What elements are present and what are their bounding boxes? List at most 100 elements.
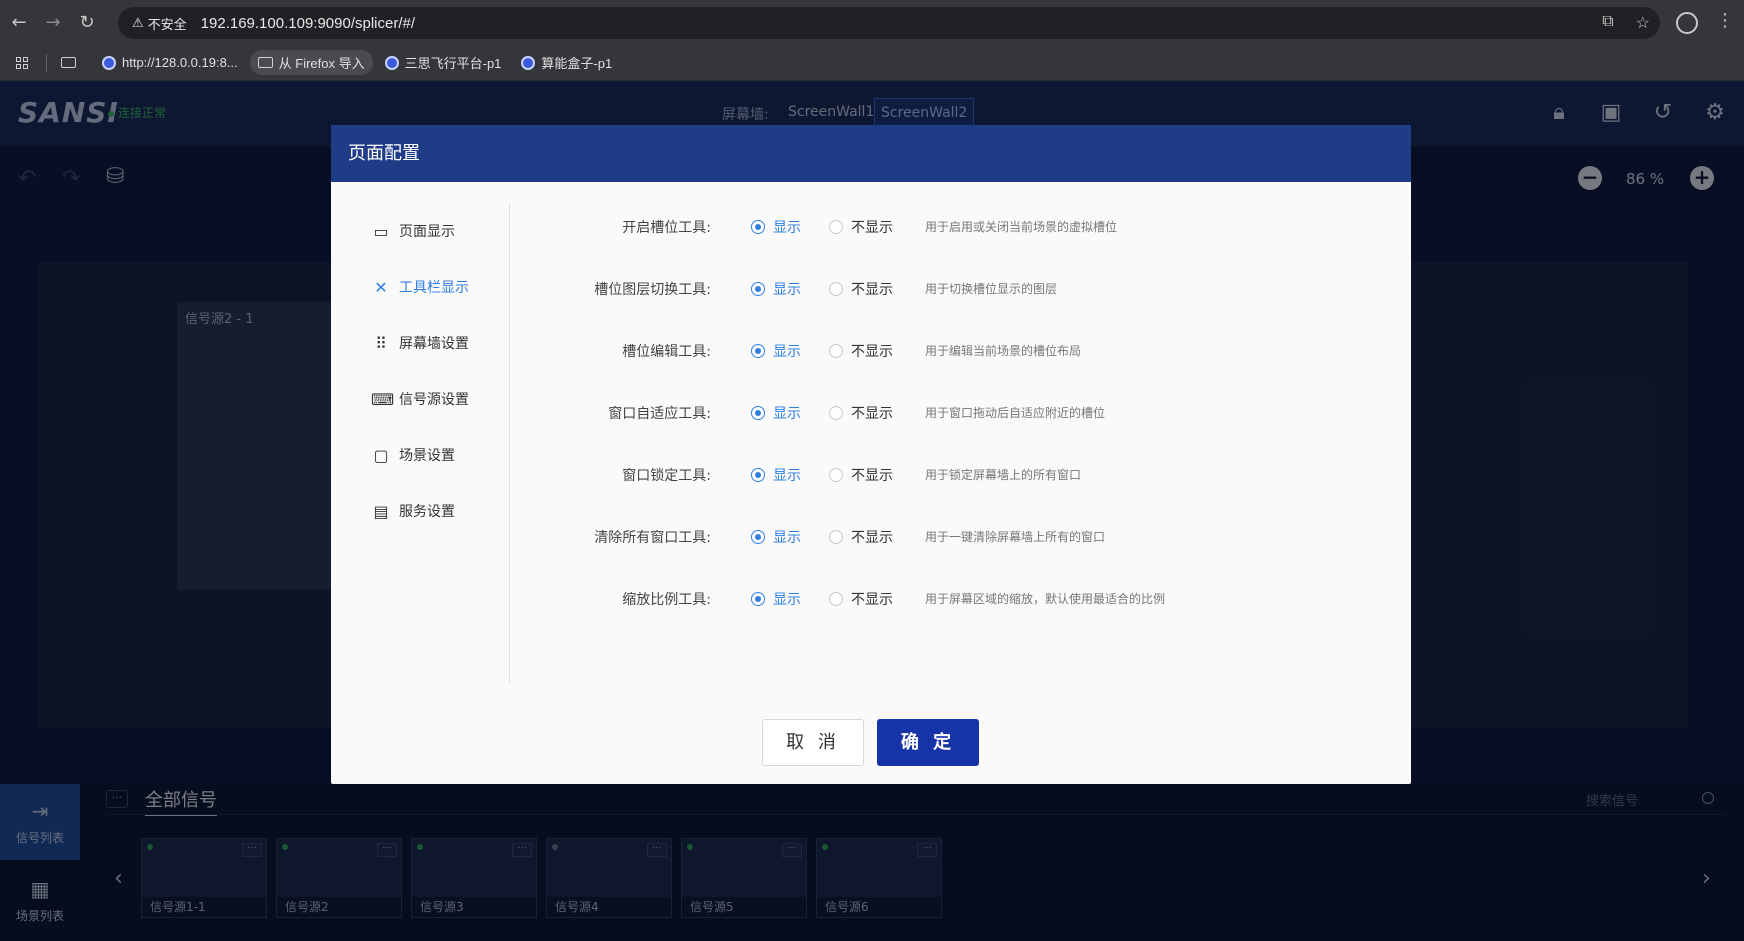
bookmark-label: 从 Firefox 导入 <box>278 56 365 71</box>
forward-icon[interactable]: → <box>38 8 68 38</box>
keyboard-icon: ⌨ <box>371 389 395 409</box>
translate-icon[interactable]: ⧉ <box>1602 13 1613 33</box>
bookmark-item[interactable]: 三思飞行平台-p1 <box>377 50 510 75</box>
form-label: 窗口锁定工具: <box>622 468 711 484</box>
form-description: 用于切换槽位显示的图层 <box>925 282 1058 296</box>
radio-circle <box>829 344 843 358</box>
form-row: 槽位编辑工具: 显示 不显示 用于编辑当前场景的槽位布局 <box>531 329 1391 391</box>
radio-hide[interactable]: 不显示 <box>829 403 893 423</box>
bookmark-item[interactable]: 从 Firefox 导入 <box>249 50 373 75</box>
radio-circle <box>751 344 765 358</box>
site-icon <box>521 55 536 70</box>
bookmark-item[interactable]: 算能盒子-p1 <box>513 50 620 75</box>
grid-dots-icon: ⠿ <box>375 333 387 353</box>
monitor-icon: ▭ <box>373 221 389 241</box>
nav-label: 页面显示 <box>399 224 455 240</box>
nav-screenwall-settings[interactable]: ⠿ 屏幕墙设置 <box>371 315 511 371</box>
form-description: 用于屏幕区域的缩放，默认使用最适合的比例 <box>925 592 1166 606</box>
security-label: 不安全 <box>147 16 187 32</box>
form-row: 槽位图层切换工具: 显示 不显示 用于切换槽位显示的图层 <box>531 267 1391 329</box>
radio-label: 不显示 <box>851 468 893 484</box>
scene-icon: ▢ <box>373 445 389 465</box>
bookmark-label: 算能盒子-p1 <box>541 56 613 71</box>
radio-show[interactable]: 显示 <box>751 589 801 609</box>
nav-toolbar-display[interactable]: ✕ 工具栏显示 <box>371 259 511 315</box>
bookmark-label: 三思飞行平台-p1 <box>404 56 502 71</box>
toolbar-settings-form: 开启槽位工具: 显示 不显示 用于启用或关闭当前场景的虚拟槽位 槽位图层切换工具… <box>531 205 1391 639</box>
nav-signal-settings[interactable]: ⌨ 信号源设置 <box>371 371 511 427</box>
nav-service-settings[interactable]: ▤ 服务设置 <box>371 483 511 539</box>
radio-circle <box>751 468 765 482</box>
radio-show[interactable]: 显示 <box>751 465 801 485</box>
radio-label: 显示 <box>773 282 801 298</box>
radio-label: 显示 <box>773 344 801 360</box>
address-bar[interactable]: ⚠ 不安全 192.169.100.109:9090/splicer/#/ ⧉ … <box>118 7 1660 39</box>
folder-icon[interactable] <box>61 57 76 68</box>
page-config-dialog: 页面配置 ▭ 页面显示 ✕ 工具栏显示 ⠿ 屏幕墙设置 ⌨ 信号源设置 ▢ 场景… <box>331 125 1411 784</box>
form-row: 窗口锁定工具: 显示 不显示 用于锁定屏幕墙上的所有窗口 <box>531 453 1391 515</box>
form-description: 用于一键清除屏幕墙上所有的窗口 <box>925 530 1106 544</box>
form-label: 槽位编辑工具: <box>622 344 711 360</box>
radio-hide[interactable]: 不显示 <box>829 589 893 609</box>
radio-hide[interactable]: 不显示 <box>829 279 893 299</box>
form-description: 用于锁定屏幕墙上的所有窗口 <box>925 468 1082 482</box>
radio-circle <box>751 282 765 296</box>
back-icon[interactable]: ← <box>4 8 34 38</box>
form-label: 槽位图层切换工具: <box>594 282 711 298</box>
radio-show[interactable]: 显示 <box>751 217 801 237</box>
radio-label: 不显示 <box>851 406 893 422</box>
bookmarks-separator <box>46 53 47 72</box>
security-chip[interactable]: ⚠ 不安全 <box>126 14 193 33</box>
dialog-title: 页面配置 <box>331 125 1411 182</box>
nav-label: 工具栏显示 <box>399 280 469 296</box>
form-label: 缩放比例工具: <box>622 592 711 608</box>
form-description: 用于编辑当前场景的槽位布局 <box>925 344 1082 358</box>
radio-show[interactable]: 显示 <box>751 341 801 361</box>
form-label: 清除所有窗口工具: <box>594 530 711 546</box>
browser-toolbar: ← → ↻ ⚠ 不安全 192.169.100.109:9090/splicer… <box>0 0 1744 45</box>
radio-show[interactable]: 显示 <box>751 279 801 299</box>
nav-scene-settings[interactable]: ▢ 场景设置 <box>371 427 511 483</box>
nav-label: 服务设置 <box>399 504 455 520</box>
bookmark-item[interactable]: http://128.0.0.19:8... <box>94 52 246 73</box>
radio-hide[interactable]: 不显示 <box>829 217 893 237</box>
radio-circle <box>829 220 843 234</box>
radio-show[interactable]: 显示 <box>751 403 801 423</box>
site-icon <box>102 55 116 70</box>
radio-hide[interactable]: 不显示 <box>829 465 893 485</box>
radio-label: 不显示 <box>851 344 893 360</box>
nav-divider <box>509 203 510 683</box>
reload-icon[interactable]: ↻ <box>72 8 102 38</box>
radio-circle <box>829 530 843 544</box>
radio-label: 显示 <box>773 592 801 608</box>
bookmarks-bar: http://128.0.0.19:8... 从 Firefox 导入 三思飞行… <box>0 45 1744 81</box>
radio-circle <box>751 220 765 234</box>
form-label: 开启槽位工具: <box>622 220 711 236</box>
nav-label: 场景设置 <box>399 448 455 464</box>
apps-icon[interactable] <box>16 56 28 69</box>
form-label: 窗口自适应工具: <box>608 406 711 422</box>
radio-circle <box>751 530 765 544</box>
form-description: 用于启用或关闭当前场景的虚拟槽位 <box>925 220 1118 234</box>
tools-icon: ✕ <box>374 277 388 297</box>
radio-label: 显示 <box>773 406 801 422</box>
bookmark-star-icon[interactable]: ☆ <box>1636 13 1650 33</box>
confirm-button[interactable]: 确 定 <box>877 719 979 766</box>
cancel-button[interactable]: 取 消 <box>762 719 864 766</box>
browser-menu-icon[interactable]: ⋮ <box>1716 10 1734 31</box>
server-icon: ▤ <box>373 501 389 521</box>
radio-label: 不显示 <box>851 530 893 546</box>
form-row: 开启槽位工具: 显示 不显示 用于启用或关闭当前场景的虚拟槽位 <box>531 205 1391 267</box>
nav-page-display[interactable]: ▭ 页面显示 <box>371 203 511 259</box>
nav-label: 屏幕墙设置 <box>399 336 469 352</box>
settings-nav: ▭ 页面显示 ✕ 工具栏显示 ⠿ 屏幕墙设置 ⌨ 信号源设置 ▢ 场景设置 ▤ … <box>371 203 511 539</box>
profile-icon[interactable] <box>1676 12 1698 34</box>
radio-circle <box>829 406 843 420</box>
radio-hide[interactable]: 不显示 <box>829 527 893 547</box>
radio-label: 显示 <box>773 220 801 236</box>
url-text: 192.169.100.109:9090/splicer/#/ <box>200 14 416 32</box>
radio-show[interactable]: 显示 <box>751 527 801 547</box>
radio-hide[interactable]: 不显示 <box>829 341 893 361</box>
warning-icon: ⚠ <box>132 15 144 30</box>
nav-label: 信号源设置 <box>399 392 469 408</box>
